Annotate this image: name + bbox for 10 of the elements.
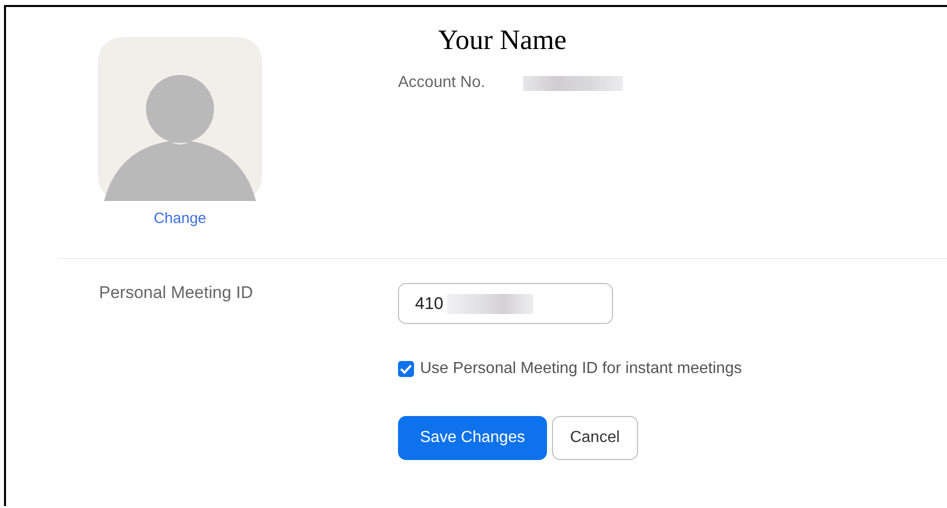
avatar-placeholder-icon — [98, 37, 262, 201]
change-photo-link[interactable]: Change — [154, 210, 206, 227]
checkbox-label: Use Personal Meeting ID for instant meetings — [420, 360, 742, 378]
field-label: Personal Meeting ID — [99, 283, 254, 304]
meeting-id-field[interactable]: 410 — [398, 283, 613, 324]
account-number-label: Account No. — [398, 74, 486, 92]
save-button[interactable]: Save Changes — [398, 416, 547, 460]
checkbox[interactable] — [398, 361, 414, 377]
cancel-button[interactable]: Cancel — [552, 416, 638, 460]
user-name: Your Name — [438, 25, 568, 57]
